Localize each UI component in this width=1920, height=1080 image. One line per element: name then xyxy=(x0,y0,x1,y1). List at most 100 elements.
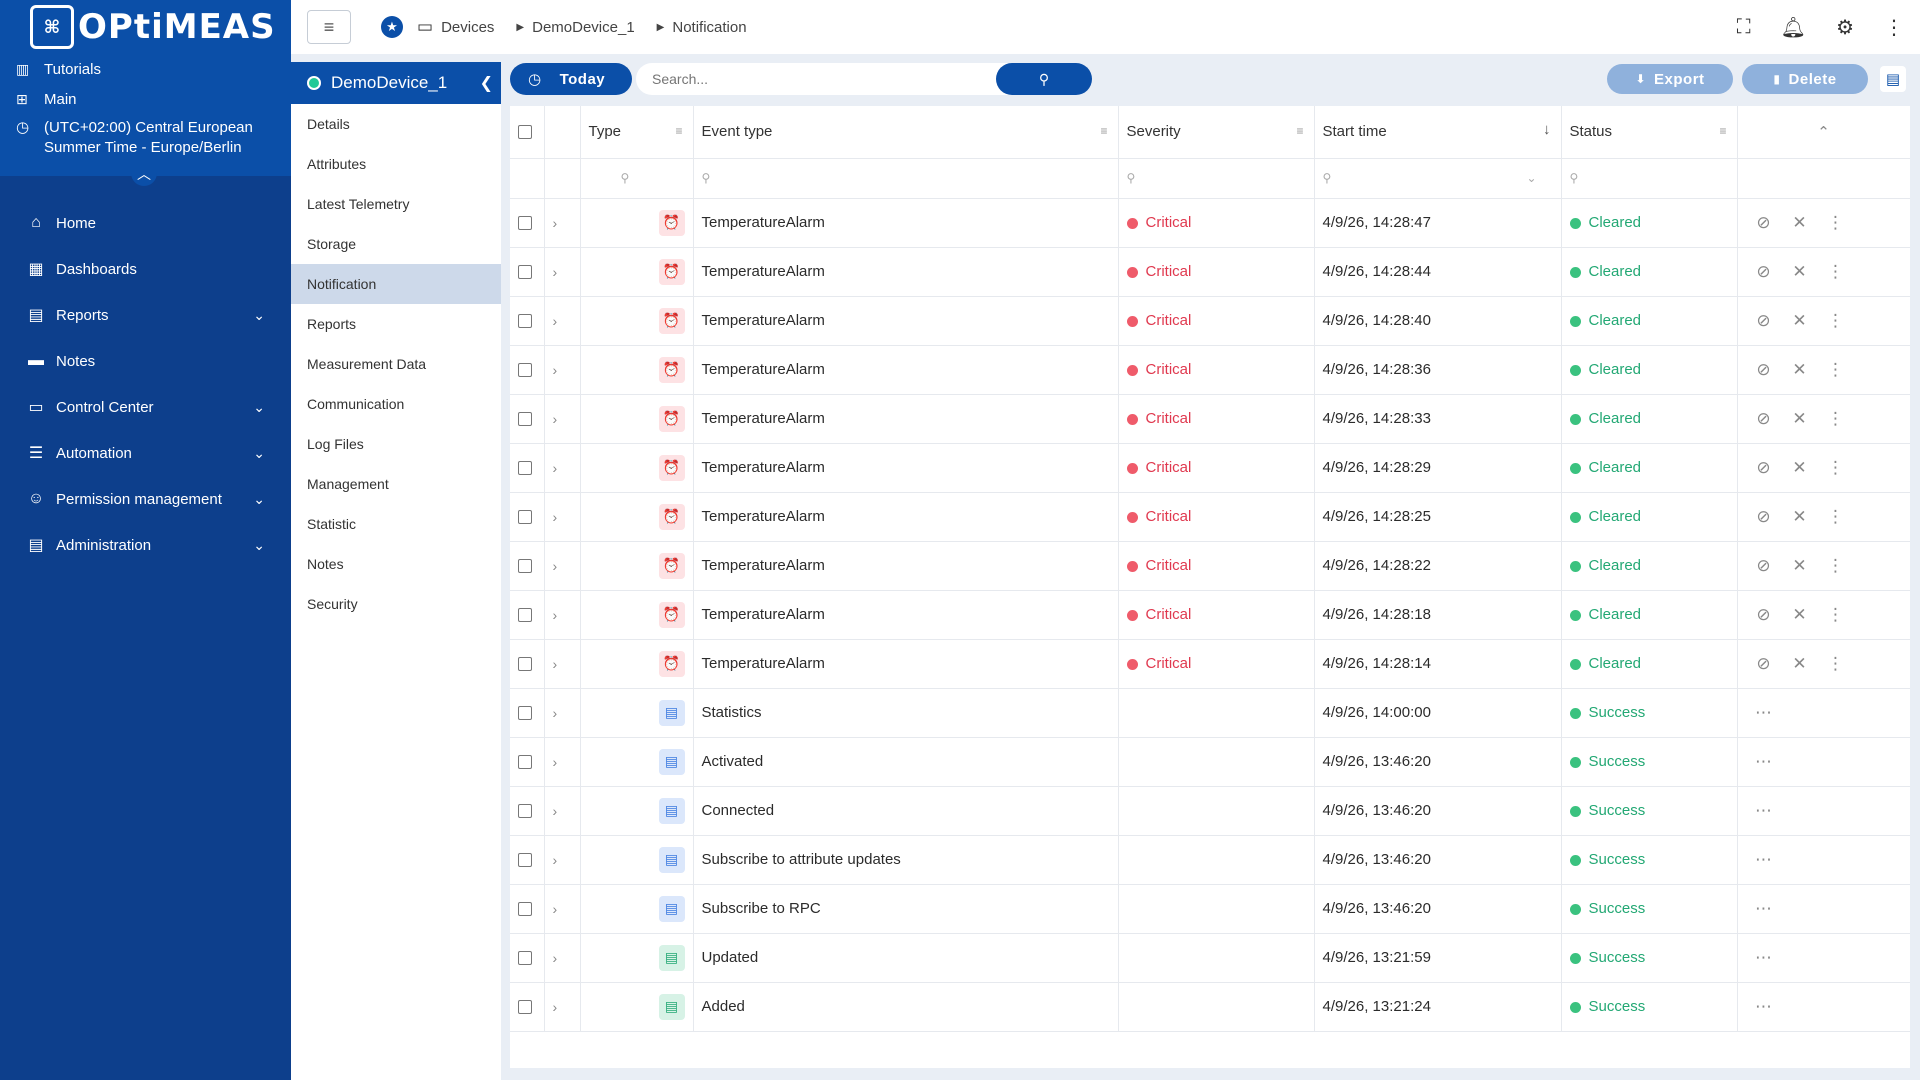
expand-row-icon[interactable]: › xyxy=(544,492,581,542)
row-checkbox[interactable] xyxy=(510,247,545,297)
more-vertical-icon[interactable]: ⋮ xyxy=(1818,213,1854,233)
col-event-type[interactable]: Event type ≡ xyxy=(693,106,1119,159)
more-vertical-icon[interactable]: ⋮ xyxy=(1818,262,1854,282)
acknowledge-icon[interactable]: ⊘ xyxy=(1746,262,1782,282)
event-filter-input[interactable]: ⚲ xyxy=(693,158,1119,199)
expand-row-icon[interactable]: › xyxy=(544,835,581,885)
more-vertical-icon[interactable]: ⋮ xyxy=(1884,15,1904,40)
clear-icon[interactable]: ✕ xyxy=(1782,360,1818,380)
table-row[interactable]: › ⏰ TemperatureAlarm Critical 4/9/26, 14:28:… xyxy=(510,394,1910,444)
detail-tab-measurement-data[interactable]: Measurement Data xyxy=(291,344,501,384)
expand-row-icon[interactable]: › xyxy=(544,345,581,395)
table-row[interactable]: › ▤ Connected 4/9/26, 13:46:20 Success ⋯ xyxy=(510,786,1910,836)
row-checkbox[interactable] xyxy=(510,394,545,444)
menu-toggle-button[interactable]: ≡ xyxy=(307,10,351,44)
chevron-down-icon[interactable]: ⌄ xyxy=(253,307,265,324)
table-row[interactable]: › ▤ Subscribe to attribute updates 4/9/26, … xyxy=(510,835,1910,885)
table-row[interactable]: › ⏰ TemperatureAlarm Critical 4/9/26, 14:28:… xyxy=(510,345,1910,395)
delete-button[interactable]: ▮ Delete xyxy=(1742,64,1868,94)
table-row[interactable]: › ⏰ TemperatureAlarm Critical 4/9/26, 14:28:… xyxy=(510,541,1910,591)
acknowledge-icon[interactable]: ⊘ xyxy=(1746,360,1782,380)
col-severity[interactable]: Severity ≡ xyxy=(1118,106,1315,159)
sort-down-icon[interactable]: ↓ xyxy=(1543,121,1551,138)
search-input[interactable] xyxy=(652,71,992,87)
export-button[interactable]: ⬇ Export xyxy=(1607,64,1733,94)
table-row[interactable]: › ⏰ TemperatureAlarm Critical 4/9/26, 14:28:… xyxy=(510,198,1910,248)
clear-icon[interactable]: ✕ xyxy=(1782,654,1818,674)
nav-item-notes[interactable]: ▬ Notes xyxy=(0,338,291,384)
table-row[interactable]: › ⏰ TemperatureAlarm Critical 4/9/26, 14:28:… xyxy=(510,639,1910,689)
clear-icon[interactable]: ✕ xyxy=(1782,262,1818,282)
clear-icon[interactable]: ✕ xyxy=(1782,458,1818,478)
more-horizontal-icon[interactable]: ⋯ xyxy=(1746,850,1782,870)
detail-tab-security[interactable]: Security xyxy=(291,584,501,624)
device-header[interactable]: DemoDevice_1 ❮ xyxy=(291,62,501,104)
detail-tab-statistic[interactable]: Statistic xyxy=(291,504,501,544)
detail-tab-storage[interactable]: Storage xyxy=(291,224,501,264)
nav-item-reports[interactable]: ▤ Reports ⌄ xyxy=(0,292,291,338)
row-checkbox[interactable] xyxy=(510,786,545,836)
fullscreen-icon[interactable]: ⛶ xyxy=(1737,16,1751,39)
more-vertical-icon[interactable]: ⋮ xyxy=(1818,556,1854,576)
row-checkbox[interactable] xyxy=(510,345,545,395)
bell-icon[interactable]: 🔔︎ xyxy=(1781,15,1806,40)
col-actions[interactable]: ⌃ xyxy=(1737,106,1910,159)
detail-tab-details[interactable]: Details xyxy=(291,104,501,144)
select-all-checkbox[interactable] xyxy=(510,106,545,159)
expand-row-icon[interactable]: › xyxy=(544,933,581,983)
brand-logo[interactable]: ⌘ OPtiMEAS xyxy=(0,0,291,54)
chevron-down-icon[interactable]: ⌄ xyxy=(1526,171,1536,185)
expand-row-icon[interactable]: › xyxy=(544,982,581,1032)
detail-tab-management[interactable]: Management xyxy=(291,464,501,504)
chevron-down-icon[interactable]: ⌄ xyxy=(253,537,265,554)
detail-tab-log-files[interactable]: Log Files xyxy=(291,424,501,464)
more-horizontal-icon[interactable]: ⋯ xyxy=(1746,801,1782,821)
more-horizontal-icon[interactable]: ⋯ xyxy=(1746,948,1782,968)
filter-icon[interactable]: ≡ xyxy=(675,124,682,138)
nav-item-home[interactable]: ⌂ Home xyxy=(0,200,291,246)
row-checkbox[interactable] xyxy=(510,982,545,1032)
search-button[interactable]: ⚲ xyxy=(996,63,1092,95)
expand-row-icon[interactable]: › xyxy=(544,443,581,493)
more-vertical-icon[interactable]: ⋮ xyxy=(1818,311,1854,331)
expand-row-icon[interactable]: › xyxy=(544,590,581,640)
row-checkbox[interactable] xyxy=(510,737,545,787)
more-vertical-icon[interactable]: ⋮ xyxy=(1818,605,1854,625)
clear-icon[interactable]: ✕ xyxy=(1782,556,1818,576)
col-type[interactable]: Type ≡ xyxy=(580,106,694,159)
chevron-down-icon[interactable]: ⌄ xyxy=(253,491,265,508)
expand-row-icon[interactable]: › xyxy=(544,247,581,297)
more-horizontal-icon[interactable]: ⋯ xyxy=(1746,997,1782,1017)
row-checkbox[interactable] xyxy=(510,590,545,640)
clear-icon[interactable]: ✕ xyxy=(1782,213,1818,233)
breadcrumb-device[interactable]: DemoDevice_1 xyxy=(532,19,635,36)
clear-icon[interactable]: ✕ xyxy=(1782,311,1818,331)
expand-row-icon[interactable]: › xyxy=(544,639,581,689)
clear-icon[interactable]: ✕ xyxy=(1782,507,1818,527)
row-checkbox[interactable] xyxy=(510,198,545,248)
chevron-down-icon[interactable]: ⌄ xyxy=(253,399,265,416)
acknowledge-icon[interactable]: ⊘ xyxy=(1746,311,1782,331)
row-checkbox[interactable] xyxy=(510,835,545,885)
nav-item-control-center[interactable]: ▭ Control Center ⌄ xyxy=(0,384,291,430)
expand-row-icon[interactable]: › xyxy=(544,394,581,444)
acknowledge-icon[interactable]: ⊘ xyxy=(1746,409,1782,429)
timezone-info[interactable]: ◷ (UTC+02:00) Central European Summer Ti… xyxy=(0,114,291,158)
col-start-time[interactable]: Start time ↓ xyxy=(1314,106,1562,159)
more-vertical-icon[interactable]: ⋮ xyxy=(1818,507,1854,527)
collapse-all-icon[interactable]: ⌃ xyxy=(1817,124,1830,141)
detail-tab-reports[interactable]: Reports xyxy=(291,304,501,344)
detail-tab-attributes[interactable]: Attributes xyxy=(291,144,501,184)
status-filter-input[interactable]: ⚲ xyxy=(1561,158,1738,199)
table-row[interactable]: › ⏰ TemperatureAlarm Critical 4/9/26, 14:28:… xyxy=(510,247,1910,297)
today-filter-button[interactable]: ◷ Today xyxy=(510,63,632,95)
chevron-left-icon[interactable]: ❮ xyxy=(480,73,493,93)
favorite-star-icon[interactable]: ★ xyxy=(381,16,403,38)
nav-item-administration[interactable]: ▤ Administration ⌄ xyxy=(0,522,291,568)
collapse-header-button[interactable]: ︿ xyxy=(131,166,157,186)
clear-icon[interactable]: ✕ xyxy=(1782,605,1818,625)
more-vertical-icon[interactable]: ⋮ xyxy=(1818,360,1854,380)
more-vertical-icon[interactable]: ⋮ xyxy=(1818,409,1854,429)
acknowledge-icon[interactable]: ⊘ xyxy=(1746,605,1782,625)
main-link[interactable]: ⊞ Main xyxy=(0,84,291,114)
